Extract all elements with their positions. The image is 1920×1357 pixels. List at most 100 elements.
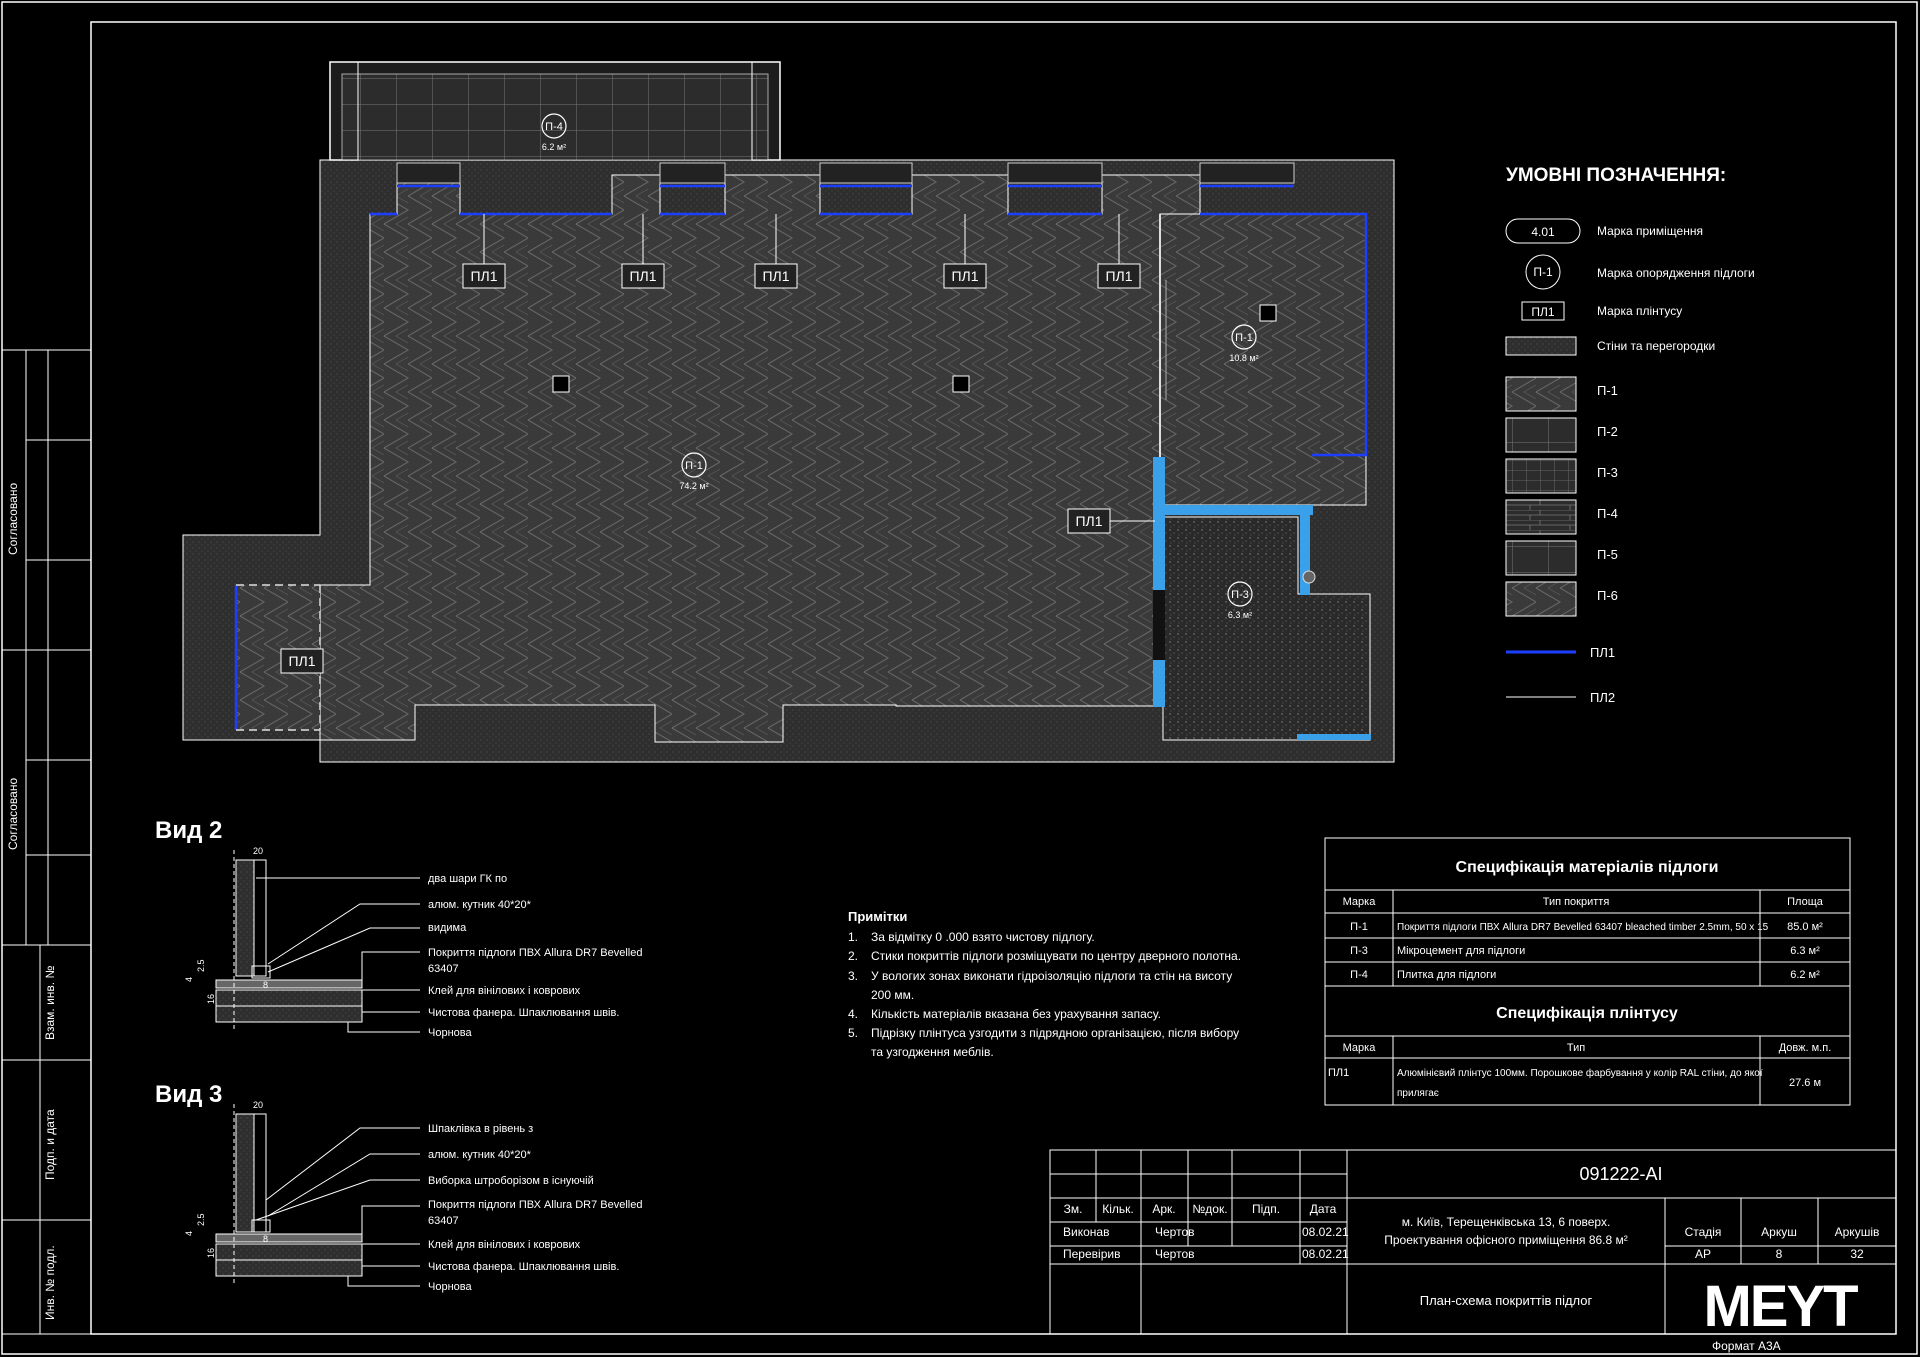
svg-text:Шпаклівка в рівень з: Шпаклівка в рівень з (428, 1123, 533, 1135)
legend-p1-swatch (1505, 376, 1577, 412)
legend-wall-swatch (1505, 336, 1577, 356)
svg-text:Підрізку плінтуса узгодити з п: Підрізку плінтуса узгодити з підрядною о… (871, 1026, 1239, 1040)
svg-text:П-1: П-1 (1350, 921, 1368, 933)
svg-text:2.5: 2.5 (196, 1213, 206, 1226)
svg-text:П-1: П-1 (1235, 332, 1253, 344)
svg-text:ПЛ1: ПЛ1 (1075, 513, 1102, 529)
svg-text:20: 20 (253, 1100, 263, 1110)
svg-text:Специфікація матеріалів підлог: Специфікація матеріалів підлоги (1456, 859, 1719, 876)
view-2-title: Вид 2 (155, 817, 222, 844)
svg-text:Підп.: Підп. (1252, 1202, 1280, 1216)
svg-text:Марка: Марка (1343, 896, 1377, 908)
svg-text:ПЛ1: ПЛ1 (470, 268, 497, 284)
svg-text:П-6: П-6 (1597, 588, 1618, 603)
svg-text:ПЛ1: ПЛ1 (629, 268, 656, 284)
stamp-agreed-1: Согласовано (6, 483, 20, 555)
svg-text:Стіни та перегородки: Стіни та перегородки (1597, 339, 1715, 353)
svg-text:Клей для вінілових і коврових: Клей для вінілових і коврових (428, 1239, 581, 1251)
svg-text:та узгодження меблів.: та узгодження меблів. (871, 1045, 994, 1059)
svg-text:Покриття підлоги ПВХ Allura DR: Покриття підлоги ПВХ Allura DR7 Bevelled… (1397, 922, 1769, 933)
svg-text:алюм. кутник 40*20*: алюм. кутник 40*20* (428, 1149, 532, 1161)
svg-text:Виборка штроборізом в існуючій: Виборка штроборізом в існуючій (428, 1175, 594, 1187)
svg-text:Покриття підлоги ПВХ Allura DR: Покриття підлоги ПВХ Allura DR7 Bevelled (428, 947, 642, 959)
floor-spec-text: Специфікація матеріалів підлоги Марка Ти… (1328, 859, 1831, 1099)
svg-text:1.: 1. (848, 930, 858, 944)
legend-p5-swatch (1505, 540, 1577, 576)
svg-text:Плитка для підлоги: Плитка для підлоги (1397, 969, 1496, 981)
office-room (1159, 213, 1367, 506)
detail-view-3: Вид 3 20 2.5 4 16 8 Шпаклівка в рівень з… (155, 1081, 642, 1293)
svg-text:16: 16 (206, 1248, 216, 1258)
svg-text:2.5: 2.5 (196, 959, 206, 972)
svg-text:Чертов: Чертов (1155, 1247, 1195, 1261)
svg-text:5.: 5. (848, 1026, 858, 1040)
svg-text:АР: АР (1695, 1247, 1711, 1261)
svg-text:Марка приміщення: Марка приміщення (1597, 224, 1703, 238)
svg-text:Чорнова: Чорнова (428, 1027, 472, 1039)
svg-text:Дата: Дата (1310, 1202, 1337, 1216)
format-label: Формат А3А (1712, 1339, 1781, 1353)
svg-text:4: 4 (184, 1231, 194, 1236)
stamp-agreed-2: Согласовано (6, 778, 20, 850)
svg-text:Аркуш: Аркуш (1761, 1225, 1797, 1239)
legend: УМОВНІ ПОЗНАЧЕННЯ: 4.01 П-1 ПЛ1 Марка пр… (1505, 165, 1755, 705)
svg-text:П-5: П-5 (1597, 547, 1618, 562)
stamp-sign-date: Подп. и дата (43, 1109, 57, 1180)
svg-text:прилягає: прилягає (1397, 1088, 1439, 1099)
view-3-title: Вид 3 (155, 1081, 222, 1108)
svg-text:6.3 м²: 6.3 м² (1790, 945, 1820, 957)
title-block-text: 091222-АІ Зм. Кільк. Арк. №док. Підп. Да… (1063, 1164, 1879, 1353)
svg-text:Аркушів: Аркушів (1835, 1225, 1880, 1239)
svg-text:Специфікація плінтусу: Специфікація плінтусу (1496, 1005, 1678, 1022)
svg-text:ПЛ1: ПЛ1 (1590, 645, 1615, 660)
svg-text:Клей для вінілових і коврових: Клей для вінілових і коврових (428, 985, 581, 997)
svg-text:Перевірив: Перевірив (1063, 1247, 1120, 1261)
floor-plan: П-4 6.2 м² П-1 74.2 м² П-1 10.8 м² П-3 6… (182, 61, 1395, 763)
svg-text:Арк.: Арк. (1152, 1202, 1175, 1216)
svg-text:4.: 4. (848, 1007, 858, 1021)
svg-text:м. Київ, Терещенківська 13, 6: м. Київ, Терещенківська 13, 6 поверх. (1402, 1215, 1611, 1229)
svg-text:74.2 м²: 74.2 м² (679, 481, 708, 491)
svg-text:20: 20 (253, 846, 263, 856)
svg-text:Тип: Тип (1567, 1042, 1585, 1054)
svg-text:Марка плінтусу: Марка плінтусу (1597, 304, 1682, 318)
stamp-replace-inv: Взам. инв. № (43, 966, 57, 1040)
svg-text:27.6 м: 27.6 м (1789, 1077, 1821, 1089)
legend-title: УМОВНІ ПОЗНАЧЕННЯ: (1506, 165, 1726, 186)
svg-text:П-4: П-4 (1597, 506, 1618, 521)
svg-text:П-2: П-2 (1597, 424, 1618, 439)
svg-text:ПЛ1: ПЛ1 (288, 653, 315, 669)
svg-text:П-1: П-1 (1533, 265, 1553, 279)
svg-text:У вологих зонах виконати гідро: У вологих зонах виконати гідроізоляцію п… (871, 969, 1232, 983)
svg-text:ПЛ1: ПЛ1 (1105, 268, 1132, 284)
svg-text:ПЛ1: ПЛ1 (1328, 1067, 1349, 1079)
svg-text:8: 8 (263, 980, 268, 990)
svg-text:Довж. м.п.: Довж. м.п. (1779, 1042, 1832, 1054)
svg-text:85.0 м²: 85.0 м² (1787, 921, 1823, 933)
svg-text:П-4: П-4 (1350, 969, 1368, 981)
svg-text:Чертов: Чертов (1155, 1225, 1195, 1239)
svg-text:П-1: П-1 (685, 460, 703, 472)
general-notes: Примітки 1. За відмітку 0 .000 взято чис… (848, 909, 1241, 1059)
svg-text:ПЛ1: ПЛ1 (951, 268, 978, 284)
svg-text:6.2 м²: 6.2 м² (1790, 969, 1820, 981)
svg-text:Проектування офісного приміщен: Проектування офісного приміщення 86.8 м² (1384, 1233, 1628, 1247)
svg-text:6.2 м²: 6.2 м² (542, 142, 566, 152)
logo: MEYT (1703, 1274, 1858, 1339)
svg-text:4.01: 4.01 (1531, 225, 1555, 239)
svg-text:32: 32 (1850, 1247, 1864, 1261)
svg-text:Площа: Площа (1787, 896, 1824, 908)
svg-text:10.8 м²: 10.8 м² (1229, 353, 1258, 363)
side-stamp-block: Согласовано Согласовано Взам. инв. № Под… (1, 349, 92, 1335)
svg-text:Алюмінієвий плінтус 100мм. Пор: Алюмінієвий плінтус 100мм. Порошкове фар… (1397, 1067, 1763, 1079)
svg-text:Зм.: Зм. (1064, 1202, 1083, 1216)
svg-text:Чорнова: Чорнова (428, 1281, 472, 1293)
svg-text:Кільк.: Кільк. (1102, 1202, 1134, 1216)
legend-p4-swatch (1505, 499, 1577, 535)
svg-text:08.02.21: 08.02.21 (1302, 1247, 1349, 1261)
svg-text:два шари ГК по: два шари ГК по (428, 873, 507, 885)
svg-text:8: 8 (1776, 1247, 1783, 1261)
detail-view-2: Вид 2 20 2.5 4 16 8 два шари ГК по алюм.… (155, 817, 642, 1039)
svg-text:16: 16 (206, 994, 216, 1004)
svg-text:Мікроцемент для підлоги: Мікроцемент для підлоги (1397, 945, 1525, 957)
